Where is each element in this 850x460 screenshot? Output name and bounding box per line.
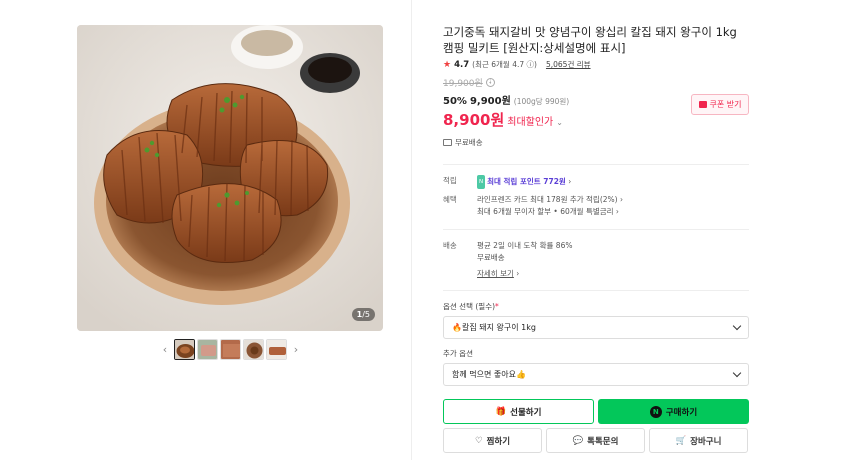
extra-option-select[interactable]: 함께 먹으면 좋아요👍 — [443, 363, 749, 386]
next-thumbnail-button[interactable]: › — [289, 338, 303, 360]
heart-icon: ♡ — [474, 435, 483, 446]
discount-rate: 50% — [443, 96, 467, 107]
wish-button[interactable]: ♡ 찜하기 — [443, 428, 542, 453]
divider — [443, 229, 749, 230]
price-info-icon[interactable]: i — [485, 78, 495, 87]
primary-actions: 🎁 선물하기 N 구매하기 — [443, 399, 749, 424]
buy-button[interactable]: N 구매하기 — [598, 399, 749, 424]
review-count-link[interactable]: 5,065건 리뷰 — [546, 59, 591, 70]
truck-icon — [443, 139, 452, 146]
thumb-raw-meat — [198, 339, 217, 359]
thumbnail-strip: ‹ › — [158, 338, 303, 360]
chat-bubble-icon: 💬 — [572, 435, 584, 446]
coupon-icon — [698, 101, 707, 108]
gift-icon: 🎁 — [495, 406, 507, 417]
divider — [443, 290, 749, 291]
extra-option-label: 추가 옵션 — [443, 349, 473, 358]
extra-option-value: 함께 먹으면 좋아요👍 — [452, 370, 526, 379]
thumb-grilled-meat — [221, 339, 240, 359]
required-option-select[interactable]: 🔥칼집 돼지 왕구이 1kg — [443, 316, 749, 339]
thumbnail-2[interactable] — [197, 338, 218, 360]
chevron-down-icon: ⌄ — [556, 118, 563, 127]
info-circle-icon: ⓘ — [524, 60, 535, 69]
pork-dish-illustration — [77, 25, 383, 331]
cart-icon: 🛒 — [675, 435, 687, 446]
original-price: 19,900원 i — [443, 76, 749, 89]
main-product-image[interactable]: 1/5 — [77, 25, 383, 331]
required-option-label: 옵션 선택 (필수)* — [443, 302, 499, 311]
divider — [443, 164, 749, 165]
image-page-indicator: 1/5 — [351, 308, 375, 321]
unit-price: (100g당 990원) — [513, 97, 570, 106]
rating-value: 4.7 — [454, 59, 470, 70]
naver-pay-icon: N — [649, 405, 662, 418]
rating-row: ★ 4.7 (최근 6개월 4.7 ⓘ) 5,065건 리뷰 — [443, 59, 749, 70]
thumbnail-4[interactable] — [243, 338, 264, 360]
star-icon: ★ — [443, 59, 452, 70]
sale-price: 9,900원 — [469, 96, 511, 107]
product-info-panel: 고기중독 돼지갈비 맛 양념구이 왕십리 칼집 돼지 왕구이 1kg 캠핑 밀키… — [443, 24, 749, 453]
delivery-label: 배송 — [443, 241, 457, 250]
shipping-row: 무료배송 — [443, 137, 749, 148]
points-row: 적립 N 최대 적립 포인트 772원 › — [443, 175, 749, 189]
installment-benefit[interactable]: 최대 6개월 무이자 할부 • 60개월 특별금리 › — [477, 206, 623, 218]
delivery-estimate: 평균 2일 이내 도착 확률 86% — [477, 241, 573, 250]
benefit-label: 혜택 — [443, 195, 457, 204]
thumbnail-3[interactable] — [220, 338, 241, 360]
chevron-down-icon — [732, 368, 742, 378]
naver-pay-badge: N — [477, 175, 486, 189]
chevron-left-icon: ‹ — [162, 342, 168, 356]
max-discount-label: 최대할인가 — [507, 117, 554, 128]
delivery-detail-link[interactable]: 자세히 보기 › — [477, 268, 572, 280]
thumb-pork-dish — [175, 339, 194, 359]
cart-button[interactable]: 🛒 장바구니 — [649, 428, 748, 453]
delivery-row: 배송 평균 2일 이내 도착 확률 86% 무료배송 자세히 보기 › — [443, 240, 749, 280]
max-discount-price: 8,900원 — [443, 111, 505, 129]
prev-thumbnail-button[interactable]: ‹ — [158, 338, 172, 360]
product-title: 고기중독 돼지갈비 맛 양념구이 왕십리 칼집 돼지 왕구이 1kg 캠핑 밀키… — [443, 25, 737, 55]
talk-inquiry-button[interactable]: 💬 톡톡문의 — [546, 428, 645, 453]
benefit-row: 혜택 라인프렌즈 카드 최대 178원 추가 적립(2%) › 최대 6개월 무… — [443, 194, 749, 218]
gift-button[interactable]: 🎁 선물하기 — [443, 399, 594, 424]
page-total: 5 — [364, 310, 370, 319]
chevron-down-icon — [732, 321, 742, 331]
thumb-packaged-meat — [267, 339, 286, 359]
points-link[interactable]: N 최대 적립 포인트 772원 › — [477, 175, 571, 189]
thumbnail-5[interactable] — [266, 338, 287, 360]
product-gallery: 1/5 ‹ › — [0, 0, 412, 460]
thumb-plated-dish — [244, 339, 263, 359]
delivery-fee: 무료배송 — [477, 253, 505, 262]
card-benefit[interactable]: 라인프렌즈 카드 최대 178원 추가 적립(2%) › — [477, 194, 623, 206]
page-current: 1 — [356, 310, 363, 319]
recent-rating: (최근 6개월 4.7 ⓘ) — [472, 60, 537, 69]
points-label: 적립 — [443, 176, 457, 185]
coupon-button[interactable]: 쿠폰 받기 — [691, 94, 749, 115]
chevron-right-icon: › — [293, 342, 299, 356]
thumbnail-1[interactable] — [174, 338, 195, 360]
secondary-actions: ♡ 찜하기 💬 톡톡문의 🛒 장바구니 — [443, 428, 749, 453]
required-option-value: 🔥칼집 돼지 왕구이 1kg — [452, 323, 536, 332]
